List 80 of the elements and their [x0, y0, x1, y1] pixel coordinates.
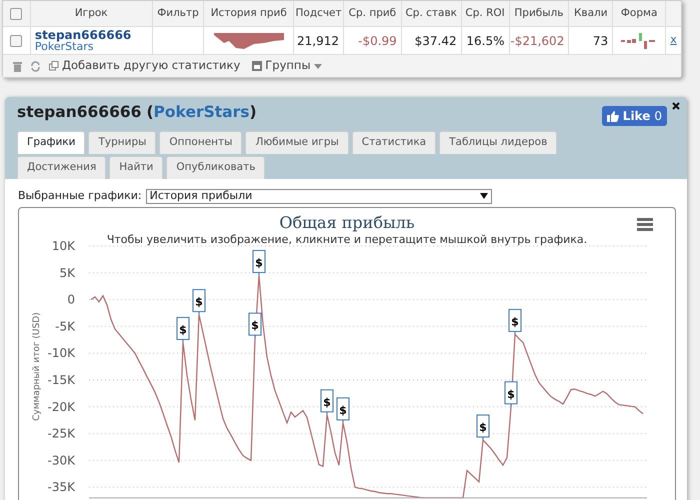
annotation: $ — [323, 395, 331, 408]
profit-sparkline — [214, 32, 284, 48]
column-header[interactable]: История приб — [210, 6, 287, 22]
tab[interactable]: Любимые игры — [245, 131, 349, 154]
dollar-flag[interactable]: $ — [336, 396, 350, 423]
table-cell: 16.5% — [462, 27, 510, 54]
annotation: $ — [251, 318, 259, 332]
like-button[interactable]: Like 0 — [602, 106, 667, 126]
paren-close: ) — [250, 102, 257, 124]
menu-icon[interactable] — [637, 218, 653, 230]
remove-link[interactable]: x — [670, 32, 677, 49]
chart-title: Общая прибыль — [279, 214, 415, 232]
paren-open: ( — [146, 102, 154, 124]
dollar-flag[interactable]: $ — [192, 288, 206, 315]
add-stat-button[interactable]: Добавить другую статистику — [49, 57, 240, 75]
dollar-flag[interactable]: $ — [508, 308, 522, 334]
annotation: $ — [507, 387, 515, 400]
y-tick-label: -30K — [48, 452, 75, 467]
dollar-flag[interactable]: $ — [248, 312, 262, 338]
tab[interactable]: Найти — [109, 156, 164, 179]
player-link[interactable]: stepan666666 — [34, 28, 152, 40]
y-tick-label: 5K — [59, 265, 75, 280]
close-icon[interactable] — [672, 102, 680, 110]
dropdown-arrow-icon — [480, 193, 488, 200]
refresh-icon[interactable] — [30, 60, 41, 72]
tab[interactable]: Опубликовать — [166, 156, 266, 179]
trash-icon[interactable] — [13, 60, 22, 72]
column-header[interactable]: Квали — [574, 6, 608, 22]
caret-icon — [314, 64, 322, 68]
column-header[interactable]: Ср. ROI — [465, 6, 505, 22]
dollar-flag[interactable]: $ — [320, 388, 334, 415]
tab[interactable]: Оппоненты — [159, 131, 242, 154]
checkbox[interactable] — [10, 8, 22, 20]
y-tick-label: -15K — [48, 372, 75, 386]
column-header[interactable]: Прибыль — [514, 6, 564, 22]
thumbs-up-icon — [606, 110, 619, 122]
annotation: $ — [195, 295, 203, 308]
graph-select-label: Выбранные графики: — [18, 188, 142, 204]
folder-icon — [252, 61, 262, 71]
y-tick-label: 10K — [52, 238, 75, 252]
graph-select[interactable]: История прибыли — [146, 188, 492, 204]
tab[interactable]: Таблицы лидеров — [439, 131, 558, 154]
chart-hint: Чтобы увеличить изображение, кликните и перетащите мышкой внутрь графика. — [106, 232, 588, 246]
tab[interactable]: Статистика — [352, 131, 436, 154]
table-cell: -$21,602 — [510, 27, 570, 54]
table-cell: -$0.99 — [344, 27, 402, 54]
tab[interactable]: Достижения — [17, 156, 106, 179]
column-header[interactable]: Ср. приб — [348, 6, 396, 22]
y-tick-label: -20K — [48, 399, 75, 414]
table-cell: $37.42 — [402, 27, 462, 54]
annotation: $ — [511, 314, 519, 328]
form-chart-icon — [621, 30, 658, 50]
player-name: stepan666666 — [17, 102, 142, 124]
column-header[interactable]: Подсчет — [296, 6, 342, 22]
y-axis-title: Суммарный итог (USD) — [32, 312, 42, 420]
checkbox[interactable] — [10, 34, 22, 46]
groups-button[interactable]: Группы — [252, 57, 322, 75]
dollar-flag[interactable]: $ — [252, 249, 266, 276]
column-header[interactable]: Фильтр — [157, 6, 199, 22]
annotation: $ — [255, 256, 263, 269]
column-header[interactable]: Игрок — [74, 6, 108, 22]
y-tick-label: -5K — [55, 318, 75, 333]
annotation: $ — [479, 420, 487, 434]
copy-icon — [49, 61, 59, 71]
y-tick-label: -25K — [48, 426, 75, 440]
y-tick-label: -35K — [48, 480, 75, 494]
annotation: $ — [179, 322, 187, 336]
column-header[interactable]: Ср. ставк — [405, 6, 457, 22]
dollar-flag[interactable]: $ — [476, 414, 490, 440]
dollar-flag[interactable]: $ — [504, 380, 518, 407]
column-header[interactable]: Форма — [620, 6, 658, 22]
table-cell: 21,912 — [294, 27, 344, 54]
site-link[interactable]: PokerStars — [34, 40, 152, 52]
y-tick-label: -10K — [48, 346, 75, 360]
annotation: $ — [339, 403, 347, 416]
tab[interactable]: Турниры — [88, 131, 156, 154]
tab[interactable]: Графики — [17, 131, 86, 154]
dollar-flag[interactable]: $ — [176, 316, 190, 342]
table-cell: 73 — [569, 27, 614, 54]
y-tick-label: 0 — [67, 292, 75, 306]
